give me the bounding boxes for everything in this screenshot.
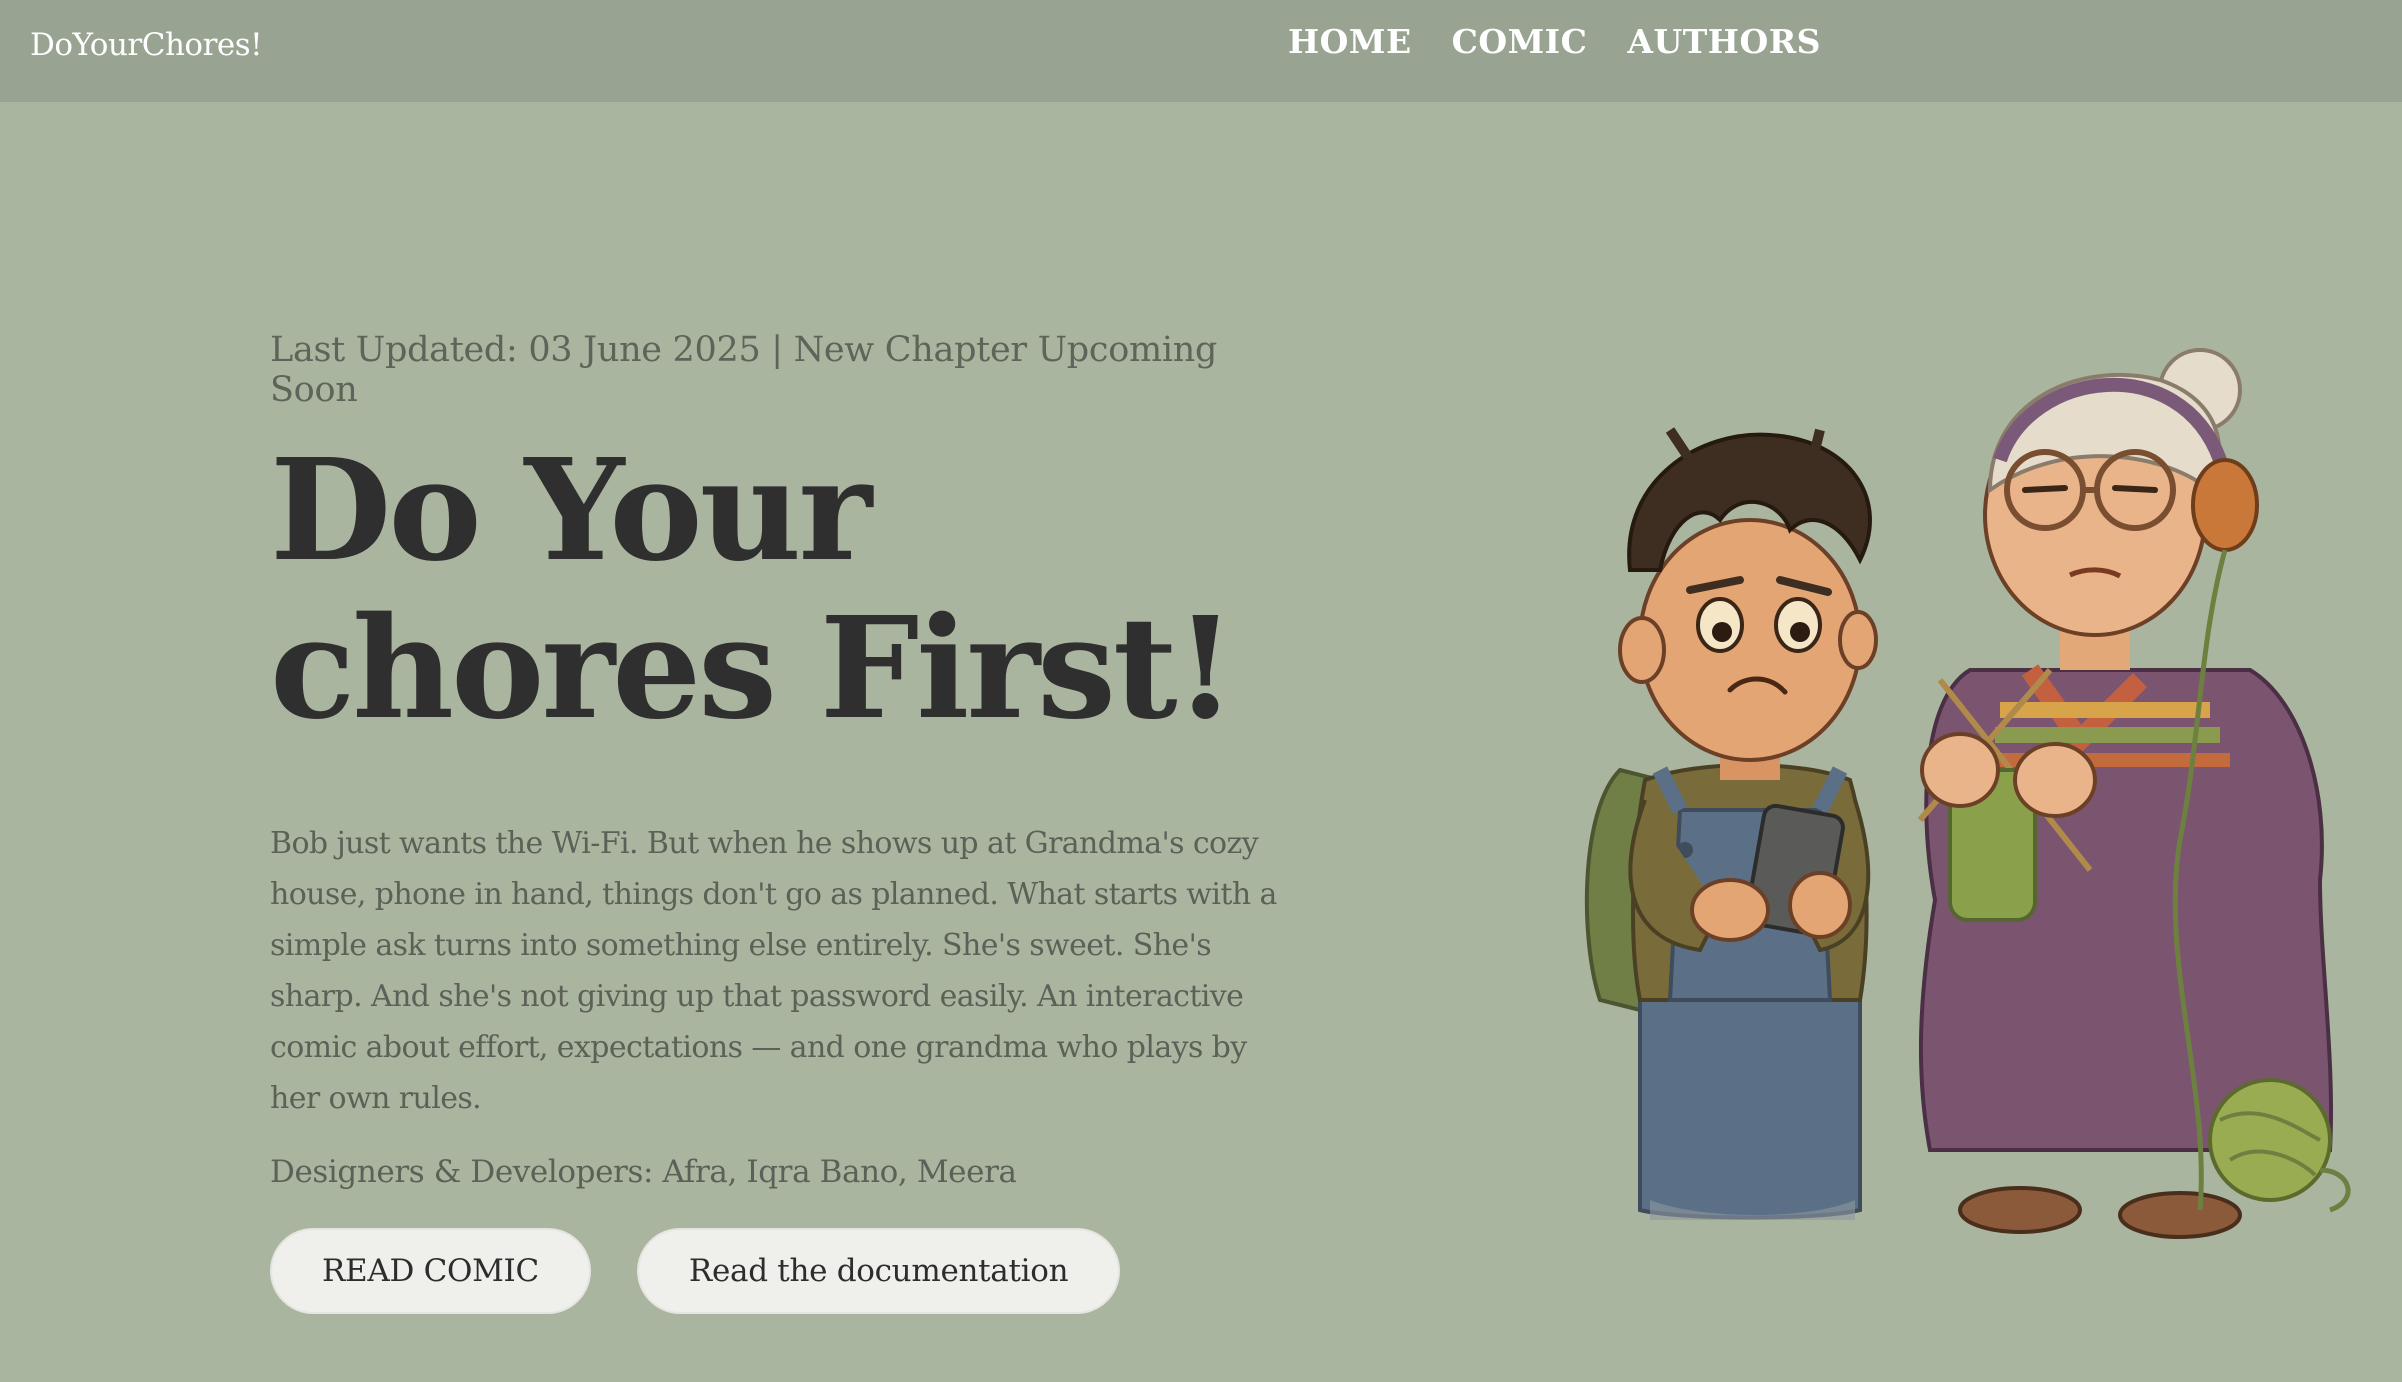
title-line-1: Do Your — [270, 429, 872, 593]
top-nav-bar: DoYourChores! HOME COMIC AUTHORS — [0, 0, 2402, 102]
boy-and-grandma-illustration — [1584, 348, 2351, 1239]
brand-logo-link[interactable]: DoYourChores! — [30, 27, 263, 63]
main-nav: HOME COMIC AUTHORS — [1288, 22, 1821, 61]
credits-text: Designers & Developers: Afra, Iqra Bano,… — [270, 1154, 1017, 1190]
last-updated-text: Last Updated: 03 June 2025 | New Chapter… — [270, 330, 1218, 410]
grandma-figure — [1917, 348, 2351, 1239]
nav-authors-link[interactable]: AUTHORS — [1627, 22, 1821, 61]
comic-description: Bob just wants the Wi-Fi. But when he sh… — [270, 826, 1277, 1116]
title-line-2: chores First! — [270, 587, 1236, 751]
hero-buttons: READ COMIC Read the documentation — [270, 1228, 1290, 1314]
read-comic-button[interactable]: READ COMIC — [270, 1228, 591, 1314]
hero-section: Last Updated: 03 June 2025 | New Chapter… — [270, 330, 1290, 1314]
nav-comic-link[interactable]: COMIC — [1452, 22, 1588, 61]
boy-figure — [1584, 427, 1878, 1220]
documentation-button[interactable]: Read the documentation — [636, 1228, 1121, 1314]
page-title: Do Your chores First! — [270, 432, 1290, 748]
nav-home-link[interactable]: HOME — [1288, 22, 1412, 61]
